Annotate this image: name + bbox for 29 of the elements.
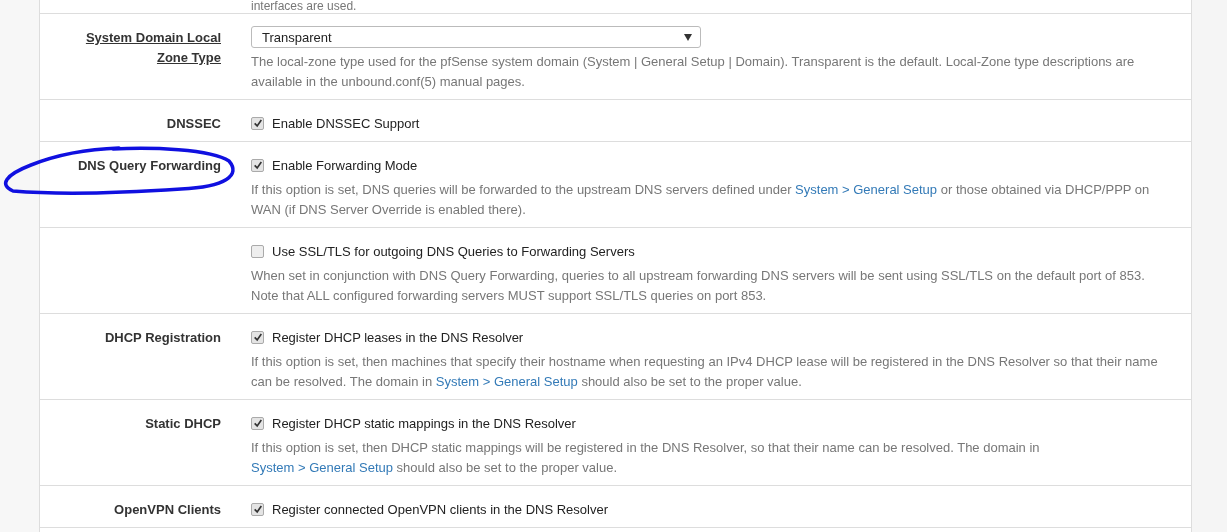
- help-text: interfaces are used.: [251, 0, 358, 12]
- checkbox-label[interactable]: Register DHCP static mappings in the DNS Resolver: [272, 415, 576, 431]
- checkbox[interactable]: [251, 330, 264, 344]
- link[interactable]: System > General Setup: [251, 460, 393, 475]
- checkbox-label[interactable]: Enable DNSSEC Support: [272, 115, 420, 131]
- help-text: When set in conjunction with DNS Query Forwarding, queries to all upstream forwarding DNS servers will be sent using SSL/TLS on the default port of 853. Note that ALL configured forwarding servers MUST support SSL/TLS queries on port 853.: [251, 267, 1146, 305]
- checkbox-label[interactable]: Use SSL/TLS for outgoing DNS Queries to Forwarding Servers: [272, 243, 635, 259]
- checkbox[interactable]: [251, 116, 264, 130]
- checkbox[interactable]: [251, 244, 264, 258]
- checkbox-label[interactable]: Register DHCP leases in the DNS Resolver: [272, 329, 524, 345]
- help-text: If this option is set, then DHCP static mappings will be registered in the DNS Resolver, so that their name can be resolved. The domain in System > General Setup should also be set to the proper value.: [251, 439, 1041, 477]
- checkbox[interactable]: [251, 502, 264, 516]
- field-label: DNSSEC: [166, 115, 221, 133]
- checkbox[interactable]: [251, 158, 264, 172]
- help-text: If this option is set, then machines that specify their hostname when requesting an IPv4 DHCP lease will be registered in the DNS Resolver so that their name can be resolved. The domain in System > General Setup should also be set to the proper value.: [251, 353, 1159, 391]
- caret-icon: [684, 33, 692, 41]
- field-label: Static DHCP: [145, 415, 221, 433]
- field-label: DHCP Registration: [104, 329, 221, 347]
- checkbox-label[interactable]: Register connected OpenVPN clients in the DNS Resolver: [272, 501, 608, 517]
- field-label: DNS Query Forwarding: [77, 157, 221, 175]
- zone-type-select[interactable]: Transparent: [251, 26, 701, 48]
- checkbox-label[interactable]: Enable Forwarding Mode: [272, 157, 418, 173]
- field-label: OpenVPN Clients: [114, 501, 221, 519]
- field-label[interactable]: System Domain Local Zone Type: [70, 28, 221, 68]
- link[interactable]: System > General Setup: [795, 182, 938, 197]
- help-text: The local-zone type used for the pfSense system domain (System | General Setup | Domain). Transparent is the default. Local-Zone type descriptions are available in the unbound.conf(5) manual pages.: [251, 53, 1136, 91]
- checkbox[interactable]: [251, 416, 264, 430]
- help-text: If this option is set, DNS queries will be forwarded to the upstream DNS servers defined under System > General Setup or those obtained via DHCP/PPP on WAN (if DNS Server Override is enabled there).: [251, 181, 1151, 219]
- link[interactable]: System > General Setup: [435, 374, 578, 389]
